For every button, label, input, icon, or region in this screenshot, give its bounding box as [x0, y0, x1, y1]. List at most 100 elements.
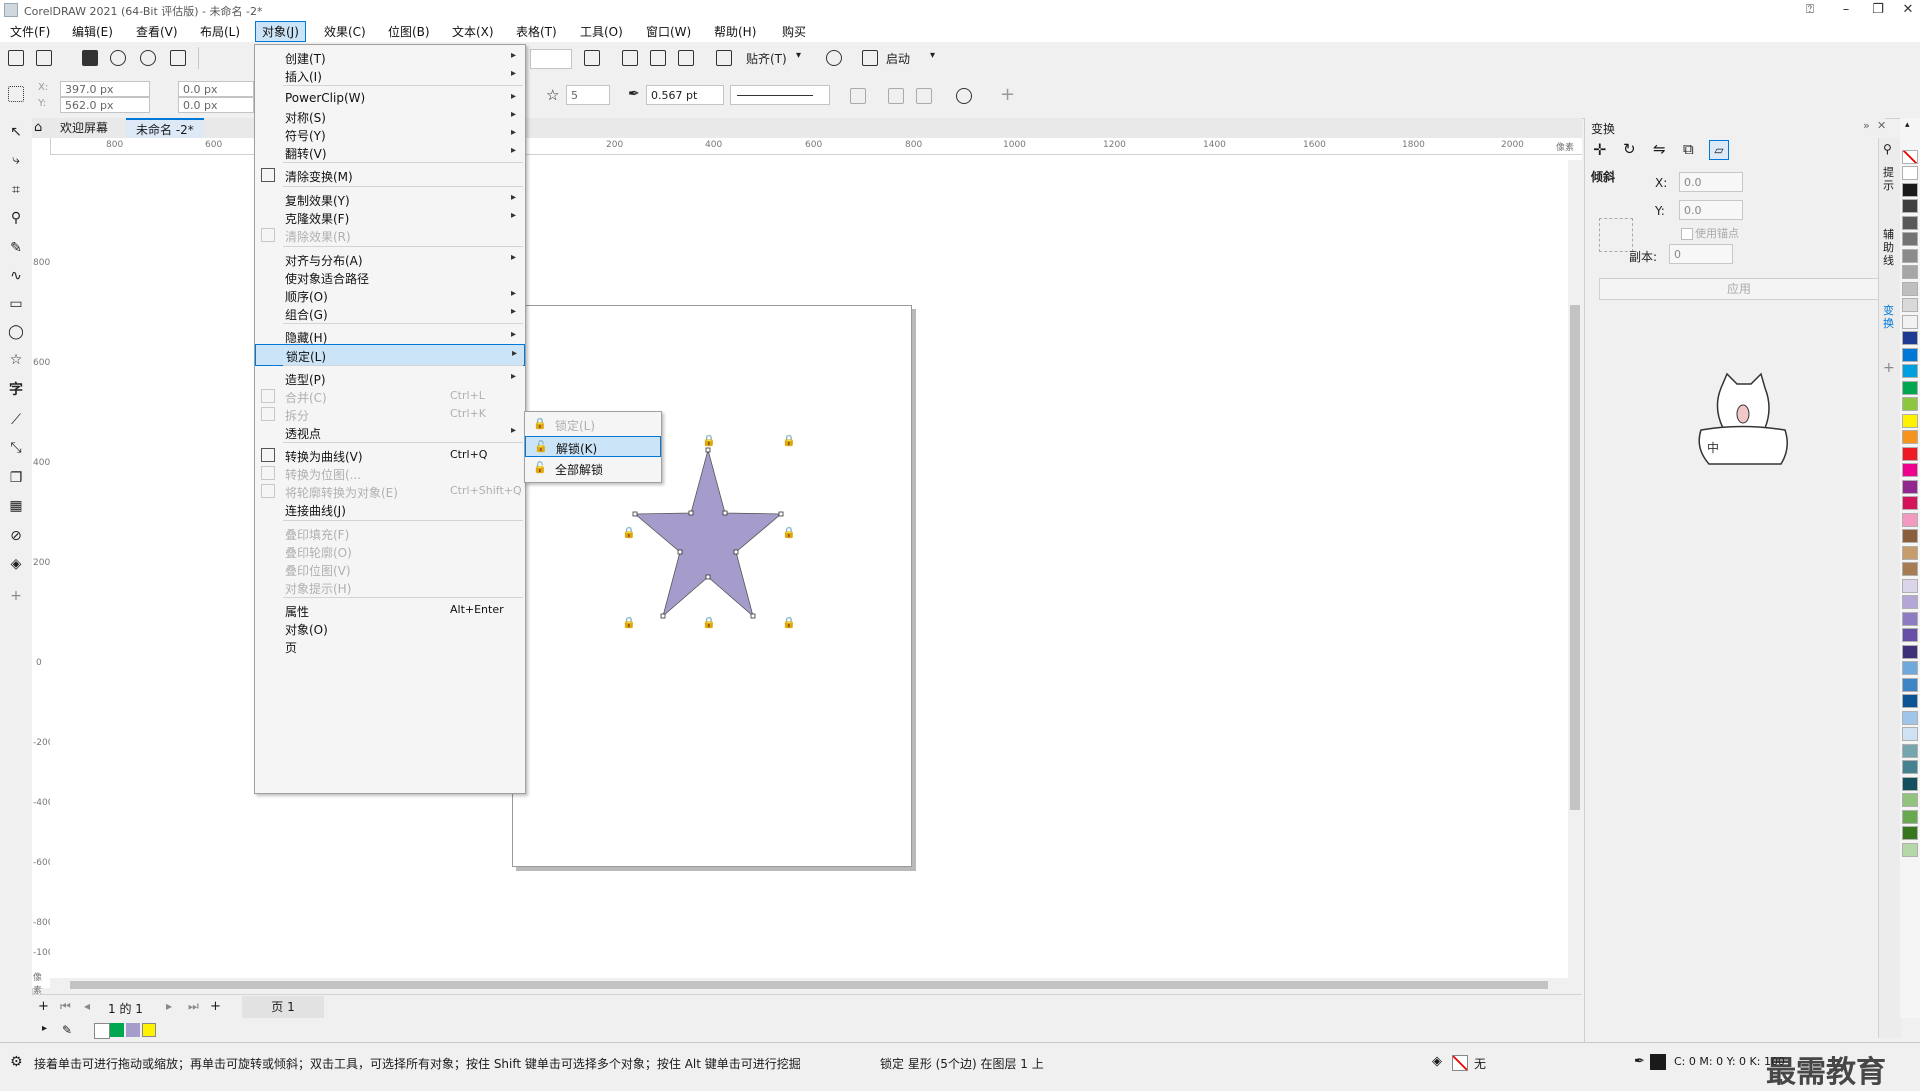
palette-swatch[interactable] [1902, 529, 1918, 543]
apply-button[interactable]: 应用 [1599, 278, 1879, 300]
snap-to-dropdown[interactable]: 贴齐(T) [746, 50, 787, 67]
zoom-dropdown[interactable] [530, 49, 572, 69]
menu-item-6[interactable]: 清除变换(M) [255, 165, 525, 187]
palette-swatch[interactable] [1902, 595, 1918, 609]
menu-window[interactable]: 窗口(W) [646, 23, 691, 40]
tab-document[interactable]: 未命名 -2* [126, 118, 204, 138]
tab-guides[interactable]: 辅助线 [1883, 228, 1897, 267]
palette-swatch[interactable] [1902, 644, 1918, 659]
rotate-transform-icon[interactable]: ↻ [1623, 140, 1636, 158]
menu-tools[interactable]: 工具(O) [580, 23, 623, 40]
zoom-tool-icon[interactable]: ⚲ [8, 210, 24, 226]
to-front-icon[interactable] [888, 88, 904, 104]
rectangle-tool-icon[interactable]: ▭ [8, 296, 24, 312]
palette-swatch[interactable] [1902, 166, 1918, 180]
connector-tool-icon[interactable]: ⤡ [8, 440, 24, 456]
docker-close-icon[interactable]: ✕ [1877, 119, 1886, 132]
palette-swatch[interactable] [1902, 380, 1918, 395]
gear-icon[interactable] [826, 50, 842, 66]
show-guides-icon[interactable] [678, 50, 694, 66]
palette-swatch[interactable] [1902, 793, 1918, 807]
palette-swatch[interactable] [1902, 694, 1918, 708]
width-field[interactable]: 0.0 px [178, 81, 254, 97]
add-docker-icon[interactable]: + [1883, 360, 1895, 376]
page-tab[interactable]: 页 1 [242, 996, 324, 1018]
palette-swatch[interactable] [1902, 776, 1918, 791]
palette-swatch[interactable] [1902, 397, 1918, 411]
snap-off-icon[interactable] [716, 50, 732, 66]
eyedropper-icon[interactable]: ✎ [62, 1023, 72, 1037]
help-icon[interactable]: ⍰ [1796, 1, 1824, 19]
fill-none-swatch[interactable] [1452, 1055, 1468, 1071]
palette-swatch[interactable] [1902, 661, 1918, 675]
swatch-none[interactable] [1902, 150, 1918, 164]
palette-swatch[interactable] [1902, 281, 1918, 296]
full-screen-icon[interactable] [584, 50, 600, 66]
minimize-button[interactable]: – [1832, 1, 1860, 19]
mirror-transform-icon[interactable]: ⇋ [1653, 140, 1666, 158]
palette-swatch[interactable] [1902, 248, 1918, 263]
submenu-lock[interactable]: 🔒 锁定(L) [525, 414, 661, 435]
menu-edit[interactable]: 编辑(E) [72, 23, 113, 40]
palette-swatch[interactable] [1902, 512, 1918, 527]
object-origin-icon[interactable] [8, 86, 24, 102]
palette-swatch[interactable] [1902, 298, 1918, 312]
gear-icon[interactable]: ⚙ [10, 1054, 23, 1070]
add-page-end-icon[interactable]: + [210, 999, 221, 1014]
palette-swatch[interactable] [1902, 628, 1918, 642]
height-field[interactable]: 0.0 px [178, 97, 254, 113]
search-icon[interactable]: ⚲ [1883, 142, 1892, 156]
chevron-down-icon[interactable]: ▾ [796, 50, 801, 61]
crop-tool-icon[interactable]: ⌗ [8, 182, 24, 198]
open-folder-icon[interactable] [36, 50, 52, 66]
copies-field[interactable]: 0 [1669, 244, 1733, 264]
convert-to-curves-icon[interactable] [956, 88, 972, 104]
menu-text[interactable]: 文本(X) [452, 23, 494, 40]
palette-swatch[interactable] [1902, 463, 1918, 477]
menu-layout[interactable]: 布局(L) [200, 23, 240, 40]
skew-x-field[interactable]: 0.0 [1679, 172, 1743, 192]
palette-swatch[interactable] [1902, 430, 1918, 444]
next-page-icon[interactable]: ▸ [166, 999, 172, 1013]
menu-item-27[interactable]: 对象提示(H) [255, 577, 525, 599]
palette-scroll-up-icon[interactable]: ▴ [1905, 120, 1910, 130]
eyedropper-icon[interactable]: ⊘ [8, 528, 24, 544]
palette-swatch[interactable] [1902, 331, 1918, 345]
menu-item-13[interactable]: 组合(G) ▸ [255, 303, 525, 325]
new-document-icon[interactable] [8, 50, 24, 66]
menu-buy[interactable]: 购买 [782, 23, 806, 40]
swatch-yellow[interactable] [142, 1023, 156, 1037]
palette-swatch[interactable] [1902, 562, 1918, 576]
chevron-down-icon[interactable]: ▾ [930, 50, 935, 61]
palette-swatch[interactable] [1902, 479, 1918, 494]
menu-view[interactable]: 查看(V) [136, 23, 178, 40]
menu-object[interactable]: 对象(J) [255, 21, 306, 42]
menu-help[interactable]: 帮助(H) [714, 23, 756, 40]
swatch-green[interactable] [110, 1023, 124, 1037]
swatch-none[interactable] [94, 1023, 110, 1039]
palette-swatch[interactable] [1902, 743, 1918, 758]
star-points-field[interactable]: 5 [566, 85, 610, 105]
vertical-ruler[interactable]: 800 600 400 200 0 -200 -400 -600 -800 -1… [32, 138, 59, 996]
palette-swatch[interactable] [1902, 826, 1918, 840]
menu-item-9[interactable]: 清除效果(R) [255, 225, 525, 247]
palette-expand-icon[interactable]: ▸ [42, 1023, 47, 1034]
palette-swatch[interactable] [1902, 545, 1918, 560]
palette-swatch[interactable] [1902, 677, 1918, 692]
add-page-icon[interactable]: + [38, 999, 49, 1014]
save-icon[interactable] [82, 50, 98, 66]
x-position-field[interactable]: 397.0 px [60, 81, 150, 97]
artistic-media-icon[interactable]: ∿ [8, 268, 24, 284]
anchor-grid[interactable] [1599, 218, 1633, 252]
palette-swatch[interactable] [1902, 809, 1918, 824]
polygon-tool-icon[interactable]: ☆ [8, 352, 24, 368]
text-tool-icon[interactable]: 字 [8, 382, 24, 398]
line-style-dropdown[interactable] [730, 85, 830, 105]
print-icon[interactable] [170, 50, 186, 66]
wrap-text-icon[interactable] [850, 88, 866, 104]
menu-file[interactable]: 文件(F) [10, 23, 50, 40]
launch-dropdown[interactable]: 启动 [886, 50, 910, 67]
transparency-tool-icon[interactable]: ▦ [8, 498, 24, 514]
palette-swatch[interactable] [1902, 182, 1918, 197]
palette-swatch[interactable] [1902, 496, 1918, 510]
